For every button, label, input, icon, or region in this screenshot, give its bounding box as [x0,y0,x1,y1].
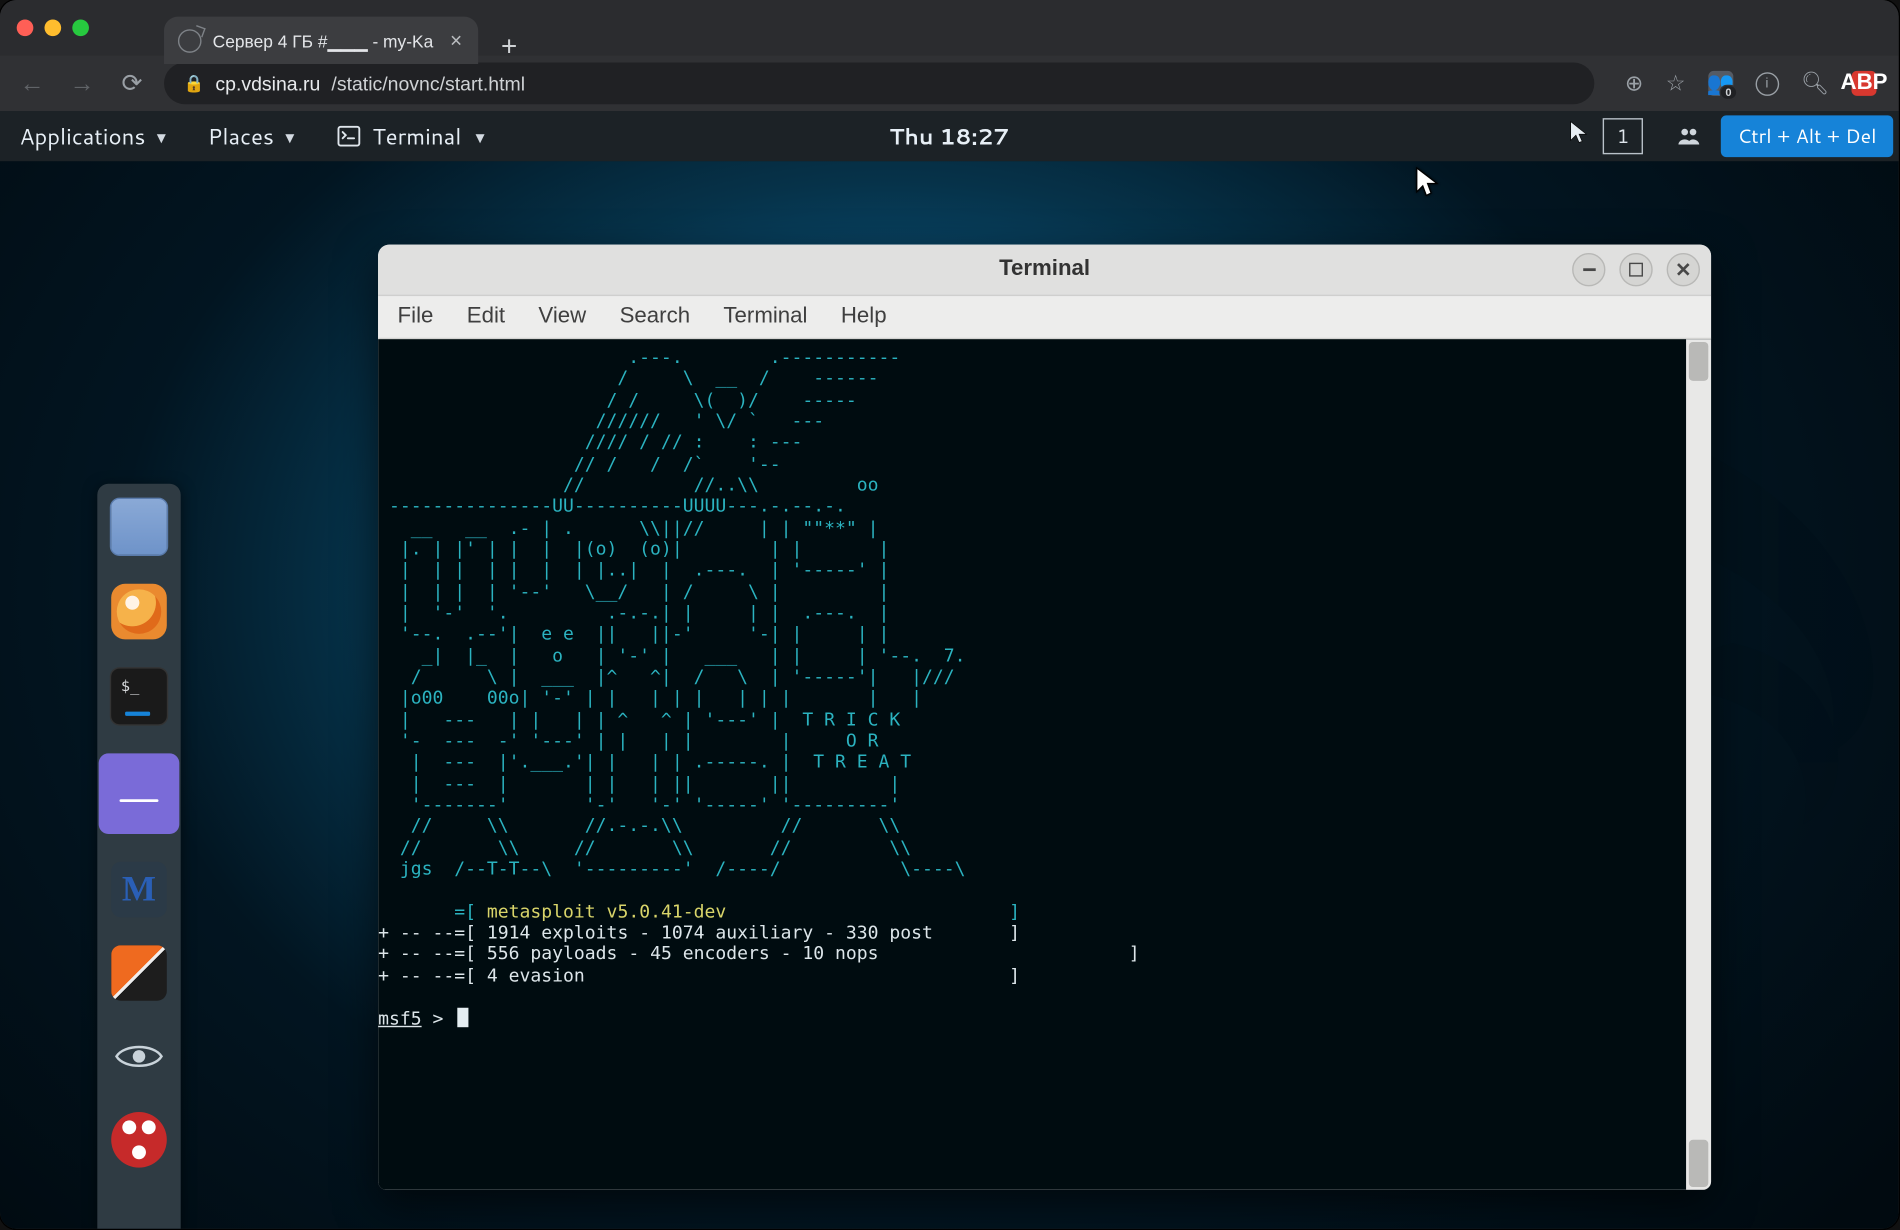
url-host: cp.vdsina.ru [215,72,320,94]
browser-tab-active[interactable]: Сервер 4 ГБ #▁▁▁ - my-Ka × [164,17,479,64]
reload-favicon-icon [178,28,202,52]
nav-forward-icon[interactable]: → [64,69,100,98]
dock-texteditor-icon[interactable] [99,753,180,834]
banner-name: metasploit v5.0.41-dev [487,901,726,922]
terminal-titlebar[interactable]: Terminal ✕ [378,245,1711,296]
extension-incognito-icon[interactable]: 👥 [1708,71,1733,96]
banner-exploits: 1914 exploits - 1074 auxiliary - 330 pos… [487,923,933,944]
dock-show-apps-icon[interactable] [111,1195,167,1228]
workspace-indicator[interactable]: 1 [1553,118,1657,154]
tab-close-icon[interactable]: × [444,28,462,52]
vnc-viewport: Applications ▼ Places ▼ Terminal ▼ Thu 18:2… [0,111,1899,1229]
menu-help[interactable]: Help [841,304,887,329]
dock-firefox-icon[interactable] [111,584,167,640]
menu-applications[interactable]: Applications ▼ [0,111,188,161]
terminal-scrollbar[interactable] [1686,339,1711,1190]
browser-titlebar: Сервер 4 ГБ #▁▁▁ - my-Ka × + [0,0,1899,56]
info-icon[interactable]: i [1755,72,1779,96]
menu-view[interactable]: View [538,304,586,329]
bookmark-star-icon[interactable]: ☆ [1666,70,1686,98]
users-icon[interactable] [1657,111,1721,161]
banner-evasion: 4 evasion [487,965,585,986]
terminal-cursor [457,1008,468,1027]
scrollbar-thumb-top[interactable] [1689,342,1708,381]
zoom-icon[interactable]: ⊕ [1625,70,1644,98]
pointer-icon [1567,120,1592,153]
tab-title: Сервер 4 ГБ #▁▁▁ - my-Ka [213,30,434,51]
toolbar-right-icons: ⊕ ☆ 👥 i 🔍︎ ABP [1608,70,1885,98]
workspace-number: 1 [1603,118,1643,154]
menu-applications-label: Applications [19,120,145,152]
scrollbar-thumb-bottom[interactable] [1689,1140,1708,1187]
menu-search[interactable]: Search [620,304,690,329]
terminal-app-icon [336,124,361,149]
minimize-window-icon[interactable] [44,19,61,36]
menu-current-app[interactable]: Terminal ▼ [317,111,507,161]
terminal-body[interactable]: .---. .----------- / \ __ / ------ / / \… [378,339,1711,1190]
ctrl-alt-del-button[interactable]: Ctrl + Alt + Del [1721,115,1893,157]
dock-files-icon[interactable] [110,498,168,556]
menu-edit[interactable]: Edit [467,304,505,329]
prompt-name: msf5 [378,1009,422,1030]
dock-terminal-icon[interactable] [110,667,168,725]
menu-app-label: Terminal [372,120,461,152]
terminal-banner: =[ metasploit v5.0.41-dev ] + -- --=[ 19… [378,880,1711,1031]
window-close-icon[interactable]: ✕ [1667,253,1700,286]
chevron-down-icon: ▼ [282,126,297,148]
prompt-sep: > [422,1009,455,1030]
dock-burpsuite-icon[interactable] [111,945,167,1001]
nav-reload-icon[interactable]: ⟳ [114,69,150,98]
chevron-down-icon: ▼ [472,126,487,148]
window-maximize-icon[interactable] [1619,253,1652,286]
dock-metasploit-icon[interactable]: M [111,862,167,918]
terminal-menubar: File Edit View Search Terminal Help [378,296,1711,339]
extension-abp-icon[interactable]: ABP [1851,71,1876,96]
topbar-clock[interactable]: Thu 18:27 [889,120,1009,152]
chevron-down-icon: ▼ [154,126,169,148]
new-tab-button[interactable]: + [501,32,517,64]
search-icon[interactable]: 🔍︎ [1801,70,1829,98]
nav-back-icon[interactable]: ← [14,69,50,98]
menu-terminal[interactable]: Terminal [723,304,807,329]
gnome-topbar: Applications ▼ Places ▼ Terminal ▼ Thu 18:2… [0,111,1899,161]
lock-icon: 🔒 [183,74,204,93]
terminal-window: Terminal ✕ File Edit View Search Termina… [378,245,1711,1190]
dock-cherrytree-icon[interactable] [111,1112,167,1168]
terminal-title: Terminal [999,257,1090,282]
kali-desktop[interactable]: M Terminal ✕ Fi [0,161,1899,1229]
close-window-icon[interactable] [17,19,34,36]
tab-strip: Сервер 4 ГБ #▁▁▁ - my-Ka × + [164,0,517,56]
menu-places[interactable]: Places ▼ [188,111,317,161]
remote-cursor-icon [1415,167,1440,207]
window-minimize-icon[interactable] [1572,253,1605,286]
address-bar[interactable]: 🔒 cp.vdsina.ru/static/novnc/start.html [164,63,1594,105]
menu-file[interactable]: File [398,304,434,329]
dock-recon-eye-icon[interactable] [111,1029,167,1085]
banner-payloads: 556 payloads - 45 encoders - 10 nops [487,944,879,965]
window-traffic-lights [17,19,89,36]
url-path: /static/novnc/start.html [331,72,525,94]
desktop-dock: M [97,484,180,1229]
menu-places-label: Places [208,120,274,152]
terminal-ascii-art: .---. .----------- / \ __ / ------ / / \… [378,348,1711,881]
zoom-window-icon[interactable] [72,19,89,36]
